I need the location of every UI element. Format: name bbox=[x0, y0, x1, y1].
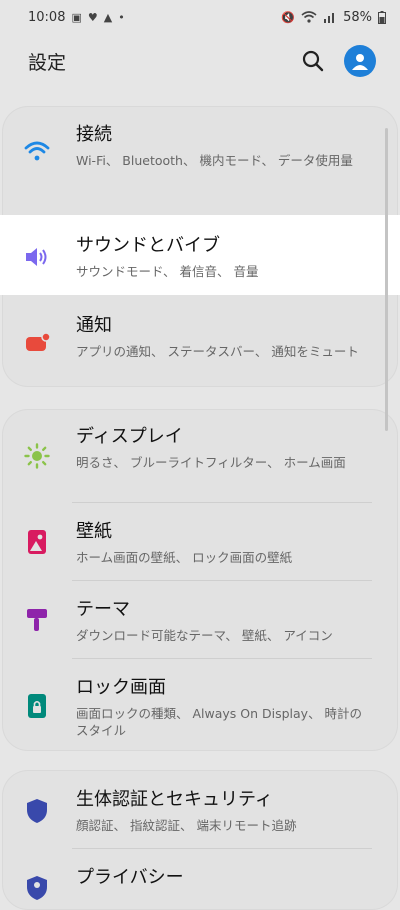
settings-item-privacy[interactable]: プライバシー bbox=[0, 849, 400, 900]
page-title: 設定 bbox=[28, 51, 67, 74]
settings-item-title: 接続 bbox=[76, 124, 112, 145]
settings-item-subtitle: 明るさ、 ブルーライトフィルター、 ホーム画面 bbox=[76, 455, 346, 470]
settings-item-subtitle: アプリの通知、 ステータスバー、 通知をミュート bbox=[76, 344, 359, 359]
wifi-icon bbox=[22, 136, 52, 166]
settings-item-subtitle: Wi-Fi、 Bluetooth、 機内モード、 データ使用量 bbox=[76, 153, 353, 168]
status-bar: 10:08 ▣ ♥ ▲ • 🔇 58% bbox=[0, 0, 400, 34]
status-time: 10:08 bbox=[28, 9, 66, 25]
lock-screen-icon bbox=[22, 691, 52, 721]
settings-item-title: 壁紙 bbox=[76, 521, 112, 542]
wifi-status-icon bbox=[301, 11, 317, 23]
speaker-icon bbox=[22, 242, 52, 272]
account-avatar[interactable] bbox=[344, 45, 376, 77]
settings-item-notifications[interactable]: 通知 アプリの通知、 ステータスバー、 通知をミュート bbox=[0, 298, 400, 388]
settings-item-title: サウンドとバイブ bbox=[76, 235, 220, 256]
shop-notification-icon: ▲ bbox=[103, 10, 113, 24]
settings-item-wallpaper[interactable]: 壁紙 ホーム画面の壁紙、 ロック画面の壁紙 bbox=[0, 503, 400, 581]
app-header: 設定 bbox=[0, 38, 400, 84]
wallpaper-icon bbox=[22, 527, 52, 557]
battery-icon bbox=[378, 10, 386, 24]
settings-item-security[interactable]: 生体認証とセキュリティ 顔認証、 指紋認証、 端末リモート追跡 bbox=[0, 770, 400, 848]
battery-percentage: 58% bbox=[343, 9, 372, 25]
settings-item-title: プライバシー bbox=[76, 867, 184, 888]
status-left: 10:08 ▣ ♥ ▲ • bbox=[28, 10, 125, 25]
mute-icon: 🔇 bbox=[281, 10, 296, 24]
settings-item-display[interactable]: ディスプレイ 明るさ、 ブルーライトフィルター、 ホーム画面 bbox=[0, 409, 400, 504]
paint-brush-icon bbox=[22, 605, 52, 635]
brightness-icon bbox=[22, 441, 52, 471]
settings-item-title: 通知 bbox=[76, 315, 112, 336]
more-notifications-dot-icon: • bbox=[118, 10, 125, 24]
heart-notification-icon: ♥ bbox=[87, 10, 98, 24]
search-icon[interactable] bbox=[302, 50, 324, 72]
scrollbar[interactable] bbox=[385, 128, 388, 431]
settings-item-connections[interactable]: 接続 Wi-Fi、 Bluetooth、 機内モード、 データ使用量 bbox=[0, 106, 400, 200]
notification-icon bbox=[22, 328, 52, 358]
settings-item-subtitle: 顔認証、 指紋認証、 端末リモート追跡 bbox=[76, 818, 297, 833]
settings-item-title: 生体認証とセキュリティ bbox=[76, 789, 273, 810]
gallery-notification-icon: ▣ bbox=[71, 10, 82, 24]
settings-item-themes[interactable]: テーマ ダウンロード可能なテーマ、 壁紙、 アイコン bbox=[0, 581, 400, 659]
signal-icon bbox=[324, 13, 335, 23]
person-icon bbox=[352, 54, 368, 70]
settings-item-subtitle: 画面ロックの種類、 Always On Display、 時計のスタイル bbox=[76, 706, 363, 738]
settings-item-title: ディスプレイ bbox=[76, 426, 183, 447]
settings-item-sound[interactable]: サウンドとバイブ サウンドモード、 着信音、 音量 bbox=[0, 215, 400, 295]
status-right: 🔇 58% bbox=[281, 10, 386, 25]
settings-item-title: テーマ bbox=[76, 599, 130, 620]
settings-item-subtitle: ホーム画面の壁紙、 ロック画面の壁紙 bbox=[76, 550, 293, 565]
header-actions bbox=[302, 45, 376, 77]
shield-icon bbox=[22, 796, 52, 826]
settings-item-subtitle: サウンドモード、 着信音、 音量 bbox=[76, 264, 259, 279]
privacy-icon bbox=[22, 873, 52, 903]
settings-item-subtitle: ダウンロード可能なテーマ、 壁紙、 アイコン bbox=[76, 628, 333, 643]
settings-item-title: ロック画面 bbox=[76, 677, 166, 698]
settings-item-lock-screen[interactable]: ロック画面 画面ロックの種類、 Always On Display、 時計のスタ… bbox=[0, 659, 400, 751]
